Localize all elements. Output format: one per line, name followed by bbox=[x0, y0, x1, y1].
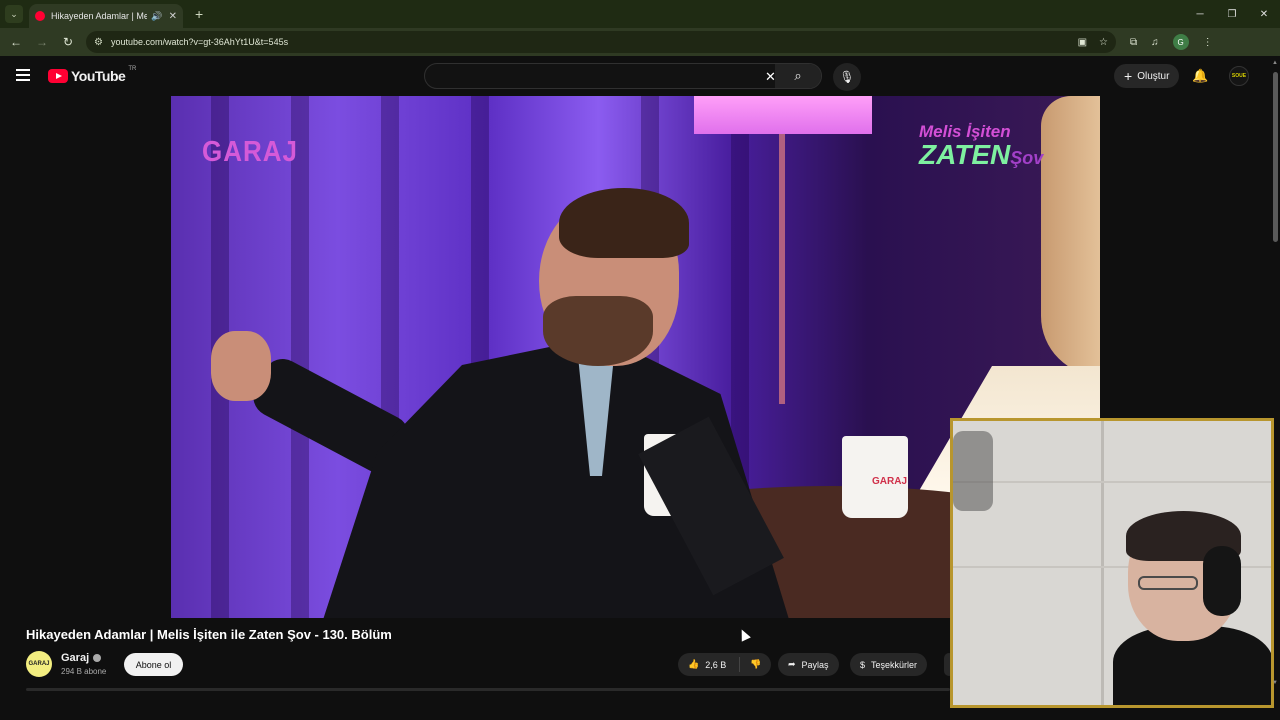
pink-lamp-shade bbox=[694, 96, 872, 134]
browser-tab-bar: ⌄ Hikayeden Adamlar | Melis İşiten ile Z… bbox=[0, 0, 1280, 28]
minimize-icon[interactable]: ─ bbox=[1184, 0, 1216, 28]
menu-icon[interactable] bbox=[16, 69, 30, 81]
youtube-play-icon bbox=[48, 69, 68, 83]
youtube-logo[interactable]: YouTube TR bbox=[48, 66, 137, 84]
new-tab-button[interactable]: + bbox=[195, 6, 203, 22]
channel-avatar[interactable]: GARAJ bbox=[26, 651, 52, 677]
show-logo-sov: Şov bbox=[1010, 148, 1044, 168]
tab-search-button[interactable]: ⌄ bbox=[5, 5, 23, 23]
streamer-glasses bbox=[1138, 576, 1198, 590]
youtube-header: YouTube TR ✕ ⌕ 🎙 + Oluştur 🔔 SOUE bbox=[0, 56, 1280, 96]
site-info-icon[interactable]: ⚙ bbox=[94, 37, 103, 48]
search-box[interactable]: ✕ ⌕ bbox=[424, 63, 822, 89]
man-hand bbox=[211, 331, 271, 401]
garaj-watermark: GARAJ bbox=[202, 134, 299, 168]
back-icon[interactable]: ← bbox=[4, 30, 28, 54]
url-text: youtube.com/watch?v=gt-36AhYt1U&t=545s bbox=[110, 37, 289, 47]
dislike-button[interactable]: 👎 bbox=[740, 659, 761, 670]
country-code: TR bbox=[128, 66, 137, 72]
microphone-icon: 🎙 bbox=[839, 70, 855, 84]
like-count: 2,6 B bbox=[705, 659, 727, 670]
reload-icon[interactable]: ↻ bbox=[56, 30, 80, 54]
verified-icon bbox=[93, 654, 102, 662]
account-avatar[interactable]: SOUE bbox=[1229, 66, 1249, 86]
bookmark-star-icon[interactable]: ☆ bbox=[1099, 37, 1108, 48]
super-thanks-icon: $ bbox=[860, 659, 866, 670]
close-tab-icon[interactable]: ✕ bbox=[169, 11, 177, 22]
lamp-pole bbox=[779, 134, 785, 404]
browser-tab[interactable]: Hikayeden Adamlar | Melis İşiten ile Zat… bbox=[29, 4, 183, 28]
thanks-label: Teşekkürler bbox=[871, 659, 918, 670]
address-bar[interactable]: ⚙ youtube.com/watch?v=gt-36AhYt1U&t=545s… bbox=[86, 31, 1116, 53]
notifications-bell-icon[interactable]: 🔔 bbox=[1192, 68, 1208, 84]
search-icon: ⌕ bbox=[794, 68, 802, 83]
webcam-chair bbox=[953, 431, 993, 511]
mouse-cursor-icon bbox=[737, 627, 751, 642]
streamer bbox=[1113, 511, 1271, 705]
subscriber-count: 294 B abone bbox=[61, 667, 107, 676]
webcam-door-frame bbox=[1101, 421, 1104, 705]
create-label: Oluştur bbox=[1137, 70, 1170, 82]
scroll-down-icon[interactable]: ▼ bbox=[1272, 680, 1278, 686]
extensions-icon[interactable]: ⧉ bbox=[1130, 37, 1137, 48]
browser-menu-icon[interactable]: ⋮ bbox=[1203, 37, 1213, 48]
like-dislike-group: 👍 2,6 B 👎 bbox=[678, 653, 771, 676]
webcam-overlay bbox=[950, 418, 1274, 708]
description-divider bbox=[26, 688, 950, 691]
browser-toolbar: ← → ↻ ⚙ youtube.com/watch?v=gt-36AhYt1U&… bbox=[0, 28, 1280, 56]
like-button[interactable]: 👍 2,6 B bbox=[678, 657, 740, 672]
webcam-wall-line bbox=[953, 481, 1271, 483]
mug-right: GARAJ bbox=[842, 436, 908, 518]
show-logo: Melis İşiten ZATENŞov bbox=[919, 122, 1069, 171]
create-button[interactable]: + Oluştur bbox=[1114, 64, 1180, 88]
youtube-favicon-icon bbox=[35, 11, 45, 21]
man-hair bbox=[559, 188, 689, 258]
channel-name[interactable]: Garaj bbox=[61, 652, 102, 664]
close-window-icon[interactable]: ✕ bbox=[1248, 0, 1280, 28]
search-button[interactable]: ⌕ bbox=[775, 64, 821, 88]
channel-name-text: Garaj bbox=[61, 652, 90, 664]
page-scrollbar[interactable]: ▲ ▼ bbox=[1272, 60, 1278, 690]
video-title: Hikayeden Adamlar | Melis İşiten ile Zat… bbox=[26, 627, 392, 642]
show-logo-title: ZATENŞov bbox=[919, 139, 1069, 171]
window-controls: ─ ❐ ✕ bbox=[1184, 0, 1280, 28]
show-logo-zaten: ZATEN bbox=[919, 139, 1011, 170]
thumbs-up-icon: 👍 bbox=[688, 659, 700, 669]
thumbs-down-icon: 👎 bbox=[750, 659, 762, 669]
restore-icon[interactable]: ❐ bbox=[1216, 0, 1248, 28]
scrollbar-thumb[interactable] bbox=[1273, 72, 1278, 242]
profile-avatar[interactable]: G bbox=[1172, 34, 1189, 50]
curtain-fold bbox=[291, 96, 309, 618]
share-button[interactable]: ➦ Paylaş bbox=[778, 653, 839, 676]
thanks-button[interactable]: $ Teşekkürler bbox=[850, 653, 928, 676]
voice-search-button[interactable]: 🎙 bbox=[833, 63, 861, 91]
speaker-icon[interactable]: 🔊 bbox=[151, 11, 162, 22]
subscribe-button[interactable]: Abone ol bbox=[124, 653, 183, 676]
share-label: Paylaş bbox=[801, 659, 829, 670]
media-controls-icon[interactable]: ♫ bbox=[1151, 37, 1159, 48]
forward-icon[interactable]: → bbox=[30, 30, 54, 54]
logo-wordmark: YouTube bbox=[71, 68, 126, 84]
share-arrow-icon: ➦ bbox=[788, 659, 796, 669]
tab-title: Hikayeden Adamlar | Melis İşiten ile Zat… bbox=[51, 11, 148, 21]
man-beard bbox=[543, 296, 653, 366]
headset-icon bbox=[1203, 546, 1241, 616]
scroll-up-icon[interactable]: ▲ bbox=[1272, 60, 1278, 66]
cast-icon[interactable]: ▣ bbox=[1078, 37, 1087, 48]
plus-icon: + bbox=[1124, 68, 1133, 84]
mug-logo: GARAJ bbox=[872, 476, 908, 487]
